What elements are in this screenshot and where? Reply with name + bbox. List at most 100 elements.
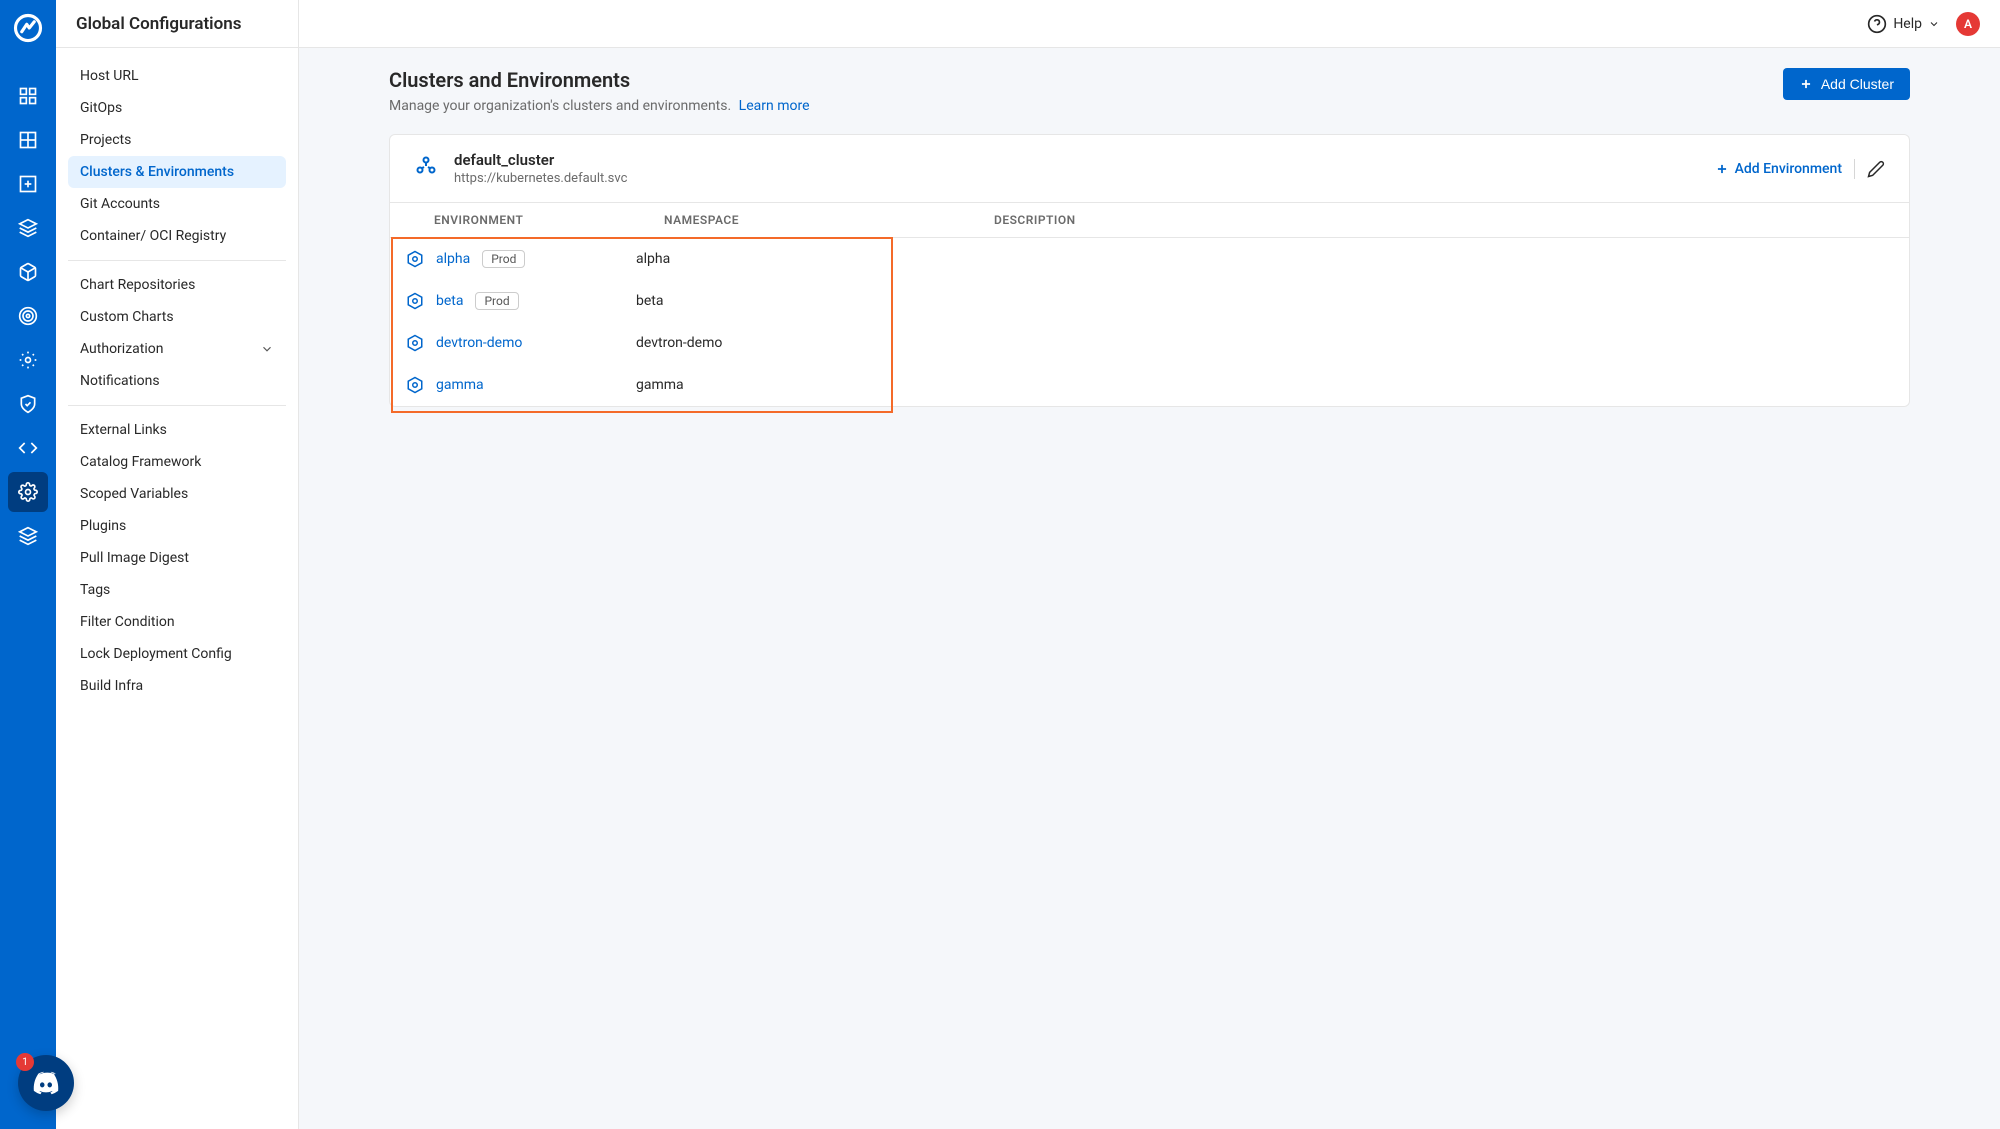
- env-name-cell: alpha Prod: [406, 250, 636, 268]
- env-row: devtron-demo devtron-demo: [390, 322, 1909, 364]
- rail-cube-icon[interactable]: [8, 252, 48, 292]
- learn-more-link[interactable]: Learn more: [739, 98, 810, 114]
- sidebar-item-chart-repositories[interactable]: Chart Repositories: [68, 269, 286, 301]
- env-name-cell: gamma: [406, 376, 636, 394]
- hexagon-icon: [406, 292, 424, 310]
- sidebar-item-catalog-framework[interactable]: Catalog Framework: [68, 446, 286, 478]
- env-namespace: devtron-demo: [636, 335, 966, 351]
- sidebar-item-label: Authorization: [80, 341, 163, 357]
- discord-button[interactable]: 1: [18, 1055, 74, 1111]
- discord-badge: 1: [16, 1053, 34, 1071]
- prod-badge: Prod: [475, 292, 518, 310]
- sidebar-item-host-url[interactable]: Host URL: [68, 60, 286, 92]
- sidebar-item-label: Plugins: [80, 518, 126, 534]
- rail-settings-icon[interactable]: [8, 472, 48, 512]
- env-row: beta Prod beta: [390, 280, 1909, 322]
- sidebar-item-filter-condition[interactable]: Filter Condition: [68, 606, 286, 638]
- sidebar-item-label: Host URL: [80, 68, 139, 84]
- sidebar-item-gitops[interactable]: GitOps: [68, 92, 286, 124]
- env-link[interactable]: devtron-demo: [436, 335, 522, 351]
- sidebar-item-notifications[interactable]: Notifications: [68, 365, 286, 397]
- sidebar-item-label: Git Accounts: [80, 196, 160, 212]
- nav-divider: [68, 260, 286, 261]
- env-link[interactable]: beta: [436, 293, 463, 309]
- plus-icon: [1715, 162, 1729, 176]
- rail-add-app-icon[interactable]: [8, 164, 48, 204]
- sidebar-item-projects[interactable]: Projects: [68, 124, 286, 156]
- sidebar-item-authorization[interactable]: Authorization: [68, 333, 286, 365]
- col-description: DESCRIPTION: [994, 213, 1885, 227]
- sidebar-item-label: Projects: [80, 132, 131, 148]
- sidebar-item-label: Notifications: [80, 373, 160, 389]
- sidebar-item-label: Chart Repositories: [80, 277, 195, 293]
- chevron-down-icon: [1928, 18, 1940, 30]
- env-namespace: gamma: [636, 377, 966, 393]
- rail-apps-icon[interactable]: [8, 76, 48, 116]
- help-button[interactable]: Help: [1867, 14, 1940, 34]
- help-label: Help: [1893, 16, 1922, 32]
- rail-shield-icon[interactable]: [8, 384, 48, 424]
- rail-target-icon[interactable]: [8, 296, 48, 336]
- hexagon-icon: [406, 376, 424, 394]
- env-row: gamma gamma: [390, 364, 1909, 406]
- rail-stack-icon[interactable]: [8, 208, 48, 248]
- env-link[interactable]: gamma: [436, 377, 484, 393]
- sidebar-item-label: Pull Image Digest: [80, 550, 189, 566]
- sidebar-item-git-accounts[interactable]: Git Accounts: [68, 188, 286, 220]
- page-header-title: Global Configurations: [76, 14, 241, 34]
- add-environment-button[interactable]: Add Environment: [1715, 161, 1842, 177]
- env-rows: alphaProdalphabetaProdbetadevtron-demode…: [390, 238, 1909, 406]
- sidebar-item-label: Catalog Framework: [80, 454, 201, 470]
- sidebar-item-plugins[interactable]: Plugins: [68, 510, 286, 542]
- sidebar-item-pull-image-digest[interactable]: Pull Image Digest: [68, 542, 286, 574]
- sidebar-item-build-infra[interactable]: Build Infra: [68, 670, 286, 702]
- pencil-icon: [1867, 160, 1885, 178]
- sidebar-item-label: Lock Deployment Config: [80, 646, 232, 662]
- sidebar-item-label: Build Infra: [80, 678, 143, 694]
- col-namespace: NAMESPACE: [664, 213, 994, 227]
- hexagon-icon: [406, 250, 424, 268]
- sidebar-item-external-links[interactable]: External Links: [68, 414, 286, 446]
- sidebar-item-label: Scoped Variables: [80, 486, 188, 502]
- env-name-cell: devtron-demo: [406, 334, 636, 352]
- col-environment: ENVIRONMENT: [434, 213, 664, 227]
- chevron-down-icon: [260, 342, 274, 356]
- plus-icon: [1799, 77, 1813, 91]
- rail-gear-icon[interactable]: [8, 340, 48, 380]
- rail-grid-icon[interactable]: [8, 120, 48, 160]
- env-name-cell: beta Prod: [406, 292, 636, 310]
- sidebar-item-custom-charts[interactable]: Custom Charts: [68, 301, 286, 333]
- rail-layers-icon[interactable]: [8, 516, 48, 556]
- env-namespace: alpha: [636, 251, 966, 267]
- sidebar-item-label: Filter Condition: [80, 614, 175, 630]
- edit-cluster-button[interactable]: [1867, 160, 1885, 178]
- sidebar-item-clusters-environments[interactable]: Clusters & Environments: [68, 156, 286, 188]
- sidebar-item-container-oci-registry[interactable]: Container/ OCI Registry: [68, 220, 286, 252]
- content-title: Clusters and Environments: [389, 68, 810, 92]
- sidebar-item-tags[interactable]: Tags: [68, 574, 286, 606]
- hexagon-icon: [406, 334, 424, 352]
- divider: [1854, 159, 1855, 179]
- content-subtitle: Manage your organization's clusters and …: [389, 98, 810, 114]
- env-link[interactable]: alpha: [436, 251, 470, 267]
- sidebar-item-label: Tags: [80, 582, 110, 598]
- avatar[interactable]: A: [1956, 12, 1980, 36]
- sidebar-item-lock-deployment-config[interactable]: Lock Deployment Config: [68, 638, 286, 670]
- nav-divider: [68, 405, 286, 406]
- sidebar-item-label: External Links: [80, 422, 167, 438]
- cluster-card: default_cluster https://kubernetes.defau…: [389, 134, 1910, 407]
- cluster-url: https://kubernetes.default.svc: [454, 171, 627, 186]
- left-rail: [0, 0, 56, 1129]
- discord-icon: [31, 1068, 61, 1098]
- sidebar-item-label: Container/ OCI Registry: [80, 228, 226, 244]
- prod-badge: Prod: [482, 250, 525, 268]
- add-cluster-button[interactable]: Add Cluster: [1783, 68, 1910, 100]
- sidebar-item-label: Clusters & Environments: [80, 164, 234, 180]
- app-logo[interactable]: [8, 8, 48, 48]
- env-namespace: beta: [636, 293, 966, 309]
- rail-code-icon[interactable]: [8, 428, 48, 468]
- sidebar-item-scoped-variables[interactable]: Scoped Variables: [68, 478, 286, 510]
- config-nav: Host URL GitOps Projects Clusters & Environ…: [56, 48, 298, 714]
- cluster-icon: [414, 155, 438, 183]
- sidebar-item-label: Custom Charts: [80, 309, 174, 325]
